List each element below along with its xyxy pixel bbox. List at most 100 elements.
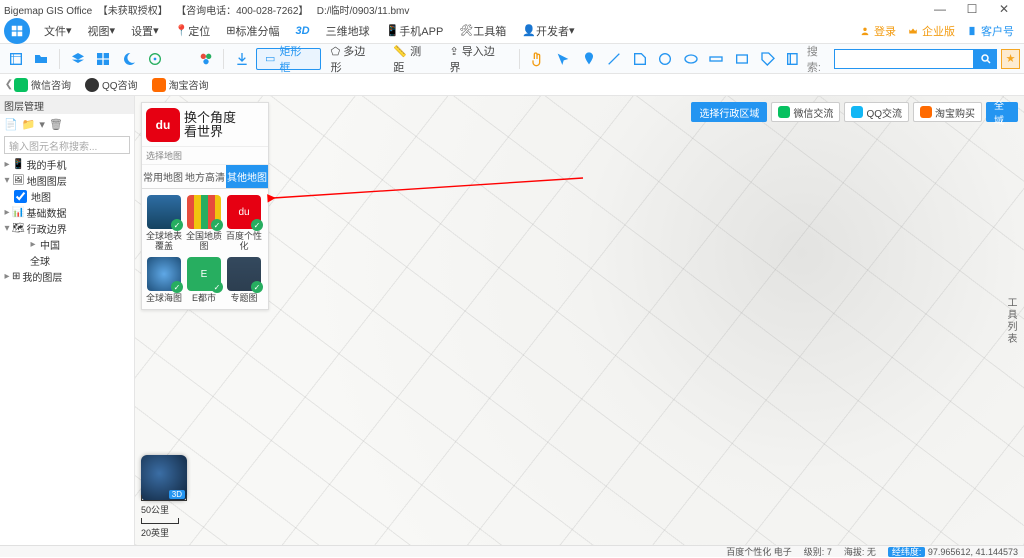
- menu-view[interactable]: 视图 ▾: [80, 18, 124, 43]
- check-icon: ✓: [251, 281, 263, 293]
- status-map-mode: 百度个性化 电子: [726, 545, 792, 558]
- user-icon: [860, 25, 872, 37]
- login-button[interactable]: 登录: [854, 23, 902, 39]
- main-area: 图层管理 📄 📁 ▾ 🗑 输入图元名称搜索... ▸📱我的手机 ▾🖼地图图层 地…: [0, 96, 1024, 545]
- tool-list-tab[interactable]: 工具列表: [1000, 293, 1018, 349]
- tool-adjust-icon[interactable]: [168, 47, 192, 71]
- scale-km: 50公里: [141, 503, 187, 516]
- tool-shape-icon[interactable]: [628, 47, 652, 71]
- menu-mobile-app[interactable]: 📱 手机APP: [378, 18, 452, 43]
- menu-file[interactable]: 文件 ▾: [36, 18, 80, 43]
- tool-ruler-icon[interactable]: [705, 47, 729, 71]
- mapcard-ocean[interactable]: ✓全球海图: [146, 257, 182, 303]
- tool-colors-icon[interactable]: [194, 47, 218, 71]
- tool-moon-icon[interactable]: [117, 47, 141, 71]
- menu-bar: 文件 ▾ 视图 ▾ 设置 ▾ 📍 定位 ⊞ 标准分幅 3D 三维地球 📱 手机A…: [0, 18, 1024, 44]
- minimize-button[interactable]: —: [924, 2, 956, 16]
- tree-base-data[interactable]: ▸📊基础数据: [0, 204, 134, 220]
- biz-version-button[interactable]: 企业版: [902, 23, 961, 39]
- menu-3d[interactable]: 3D: [288, 18, 318, 43]
- tool-hand-icon[interactable]: [526, 47, 550, 71]
- overlay-qq[interactable]: QQ交流: [844, 102, 909, 122]
- tool-open-icon[interactable]: [30, 47, 54, 71]
- contact-qq[interactable]: QQ咨询: [85, 77, 138, 92]
- menu-3d-earth[interactable]: 三维地球: [318, 18, 378, 43]
- status-bar: 百度个性化 电子 级别: 7 海拔: 无 经纬度: 97.965612, 41.…: [0, 545, 1024, 557]
- tool-grid-icon[interactable]: [92, 47, 116, 71]
- menu-toolbox[interactable]: 🛠 工具箱: [451, 18, 514, 43]
- toolbar-separator: [223, 49, 224, 69]
- tool-pin-icon[interactable]: [577, 47, 601, 71]
- menu-dev[interactable]: 👤 开发者 ▾: [514, 18, 582, 43]
- tree-china[interactable]: ▸中国: [0, 236, 134, 252]
- fullscreen-button[interactable]: 全域: [986, 102, 1018, 122]
- open-file-path: D:/临时/0903/11.bmv: [317, 6, 410, 17]
- layer-tree: ▸📱我的手机 ▾🖼地图图层 地图 ▸📊基础数据 ▾🗺行政边界 ▸中国 全球 ▸⊞…: [0, 154, 134, 545]
- search-button[interactable]: [974, 49, 997, 69]
- sidebar-search-input[interactable]: 输入图元名称搜索...: [4, 136, 130, 154]
- close-button[interactable]: ✕: [988, 2, 1020, 16]
- tool-tag-icon[interactable]: [756, 47, 780, 71]
- customer-id-button[interactable]: 客户号: [961, 23, 1020, 39]
- mapcard-ecity[interactable]: E✓E都市: [186, 257, 222, 303]
- region-select-button[interactable]: 选择行政区域: [691, 102, 767, 122]
- toolbar-separator: [519, 49, 520, 69]
- map-selector-panel: du 换个角度看世界 选择地图 常用地图 地方高清 其他地图 ✓全球地表覆盖 ✓…: [141, 102, 269, 310]
- selector-tab-0[interactable]: 常用地图: [142, 165, 184, 188]
- tool-new-icon[interactable]: [4, 47, 28, 71]
- selector-grid: ✓全球地表覆盖 ✓全国地质图 du✓百度个性化 ✓全球海图 E✓E都市 ✓专题图: [142, 189, 268, 309]
- selector-tab-2[interactable]: 其他地图: [226, 165, 268, 188]
- menu-settings[interactable]: 设置 ▾: [123, 18, 167, 43]
- tree-my-phone[interactable]: ▸📱我的手机: [0, 156, 134, 172]
- search-icon: [980, 53, 992, 65]
- tree-expand-icon[interactable]: ▾: [39, 118, 45, 131]
- favorite-button[interactable]: ★: [1001, 49, 1020, 69]
- baidu-logo-icon: du: [146, 108, 180, 142]
- contact-taobao[interactable]: 淘宝咨询: [152, 77, 209, 92]
- tree-my-layers[interactable]: ▸⊞我的图层: [0, 268, 134, 284]
- tree-doc-icon[interactable]: 📄: [4, 118, 18, 131]
- tool-polygon[interactable]: ⬠ 多边形: [323, 43, 384, 75]
- hotline: 【咨询电话：400-028-7262】: [176, 6, 308, 17]
- sidebar: 图层管理 📄 📁 ▾ 🗑 输入图元名称搜索... ▸📱我的手机 ▾🖼地图图层 地…: [0, 96, 135, 545]
- tree-admin[interactable]: ▾🗺行政边界: [0, 220, 134, 236]
- overlay-taobao[interactable]: 淘宝购买: [913, 102, 982, 122]
- tree-map-sub[interactable]: 地图: [0, 188, 134, 204]
- tool-circle-icon[interactable]: [654, 47, 678, 71]
- menu-locate[interactable]: 📍 定位: [167, 18, 219, 43]
- tree-trash-icon[interactable]: 🗑: [49, 118, 63, 131]
- selector-tab-1[interactable]: 地方高清: [184, 165, 226, 188]
- sidebar-title: 图层管理: [0, 96, 134, 114]
- tool-rect-select[interactable]: ▭矩形框: [256, 48, 321, 70]
- contact-wechat[interactable]: 微信咨询: [14, 77, 71, 92]
- tool-arrow-icon[interactable]: [551, 47, 575, 71]
- search-input[interactable]: [834, 49, 974, 69]
- tree-folder-icon[interactable]: 📁: [22, 118, 36, 131]
- tool-download-icon[interactable]: [230, 47, 254, 71]
- map-canvas[interactable]: du 换个角度看世界 选择地图 常用地图 地方高清 其他地图 ✓全球地表覆盖 ✓…: [135, 96, 1024, 545]
- tree-map-layers[interactable]: ▾🖼地图图层: [0, 172, 134, 188]
- app-name: Bigemap GIS Office: [4, 6, 92, 17]
- chevron-left-icon[interactable]: ❮: [4, 79, 14, 90]
- overlay-wechat[interactable]: 微信交流: [771, 102, 840, 122]
- mapcard-baidu-custom[interactable]: du✓百度个性化: [226, 195, 262, 251]
- tool-measure[interactable]: 📏 测距: [385, 43, 439, 75]
- tool-layers-icon[interactable]: [66, 47, 90, 71]
- menu-std-tile[interactable]: ⊞ 标准分幅: [218, 18, 287, 43]
- mapcard-thematic[interactable]: ✓专题图: [226, 257, 262, 303]
- tool-import-boundary[interactable]: ⇪ 导入边界: [441, 43, 512, 75]
- mapcard-geo-map[interactable]: ✓全国地质图: [186, 195, 222, 251]
- maximize-button[interactable]: ☐: [956, 2, 988, 16]
- tool-target-icon[interactable]: [143, 47, 167, 71]
- selector-brand: 选择地图: [142, 147, 268, 165]
- search-label: 搜索:: [807, 43, 831, 75]
- status-level: 级别: 7: [804, 545, 832, 558]
- tool-ellipse-icon[interactable]: [679, 47, 703, 71]
- wechat-icon: [778, 106, 790, 118]
- tree-map-checkbox[interactable]: [14, 190, 27, 203]
- tool-book-icon[interactable]: [781, 47, 805, 71]
- tree-world[interactable]: 全球: [0, 252, 134, 268]
- tool-rect-icon[interactable]: [730, 47, 754, 71]
- mapcard-global-cover[interactable]: ✓全球地表覆盖: [146, 195, 182, 251]
- tool-line-icon[interactable]: [602, 47, 626, 71]
